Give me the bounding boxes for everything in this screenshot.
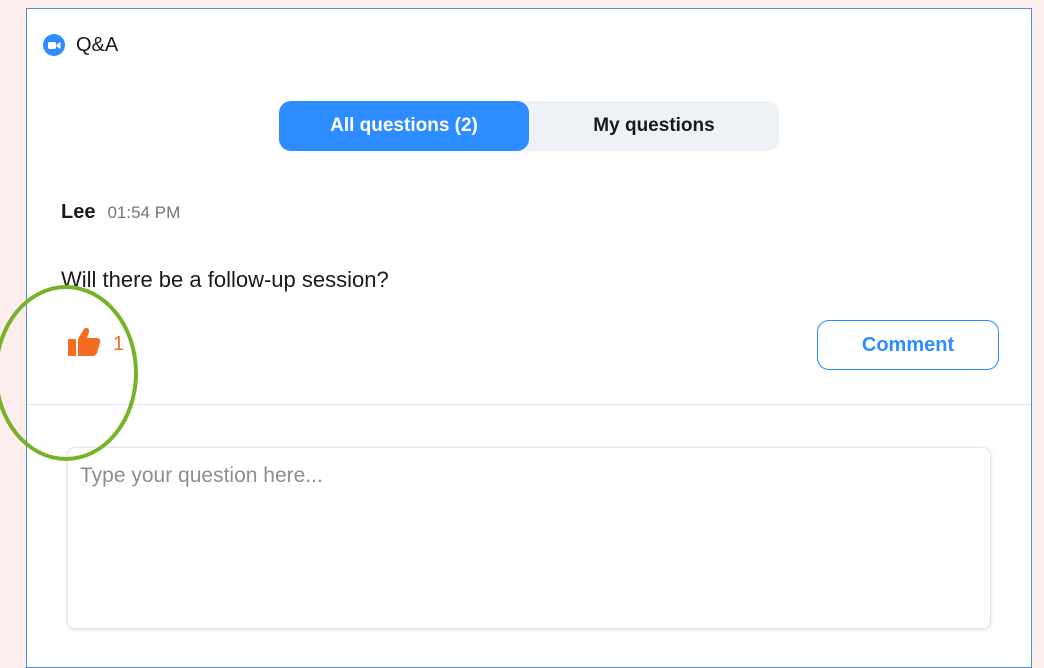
question-author: Lee (61, 201, 96, 223)
upvote-count: 1 (113, 333, 125, 355)
question-meta: Lee 01:54 PM (61, 201, 1031, 224)
tab-all-questions[interactable]: All questions (2) (279, 101, 529, 151)
question-text: Will there be a follow-up session? (61, 267, 389, 292)
window-title: Q&A (76, 33, 119, 56)
thumbs-up-icon (67, 327, 101, 362)
zoom-camera-icon (43, 34, 65, 56)
upvote-button[interactable]: 1 (67, 327, 124, 362)
tab-my-questions[interactable]: My questions (529, 101, 779, 151)
question-item: Lee 01:54 PM Will there be a follow-up s… (61, 201, 1031, 356)
question-filter-tabs: All questions (2) My questions (279, 101, 779, 151)
title-bar: Q&A (43, 31, 118, 59)
comment-button[interactable]: Comment (817, 320, 999, 370)
qa-window: Q&A All questions (2) My questions Lee 0… (26, 8, 1032, 668)
question-timestamp: 01:54 PM (107, 203, 181, 222)
divider (27, 404, 1031, 405)
question-input[interactable]: Type your question here... (67, 447, 991, 629)
